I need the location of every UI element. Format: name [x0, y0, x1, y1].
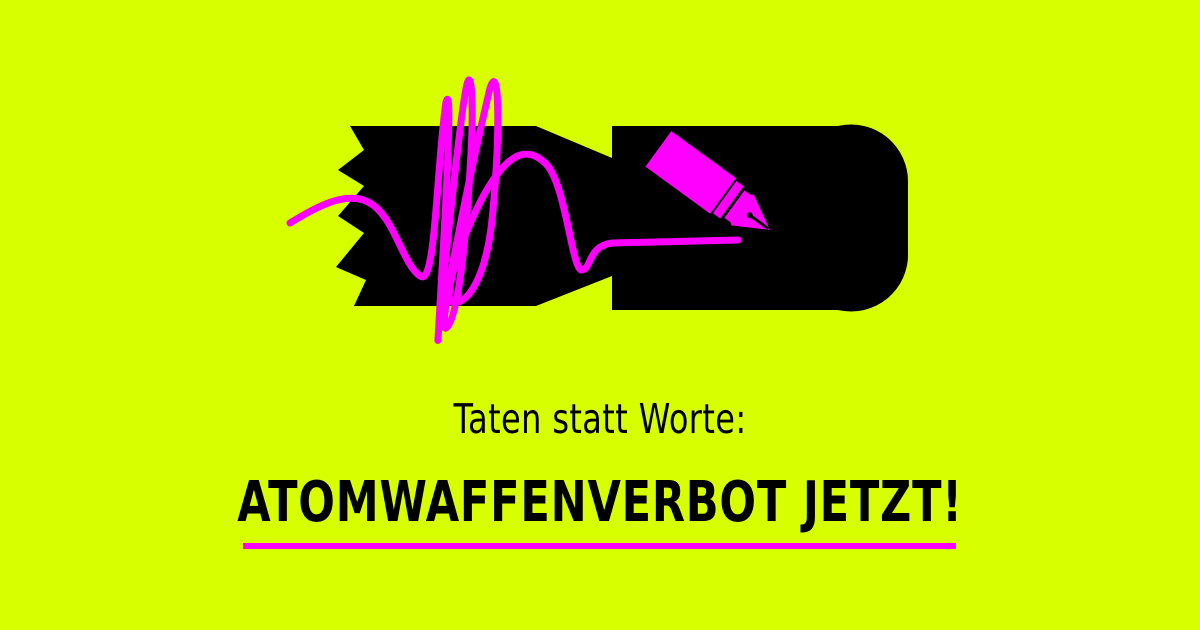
poster-canvas: Taten statt Worte: ATOMWAFFENVERBOT JETZ…	[0, 0, 1200, 630]
headline: ATOMWAFFENVERBOT JETZT!	[237, 470, 963, 535]
bomb-icon	[336, 124, 909, 312]
bomb-illustration	[286, 76, 909, 344]
subtitle: Taten statt Worte:	[453, 395, 747, 443]
headline-underline	[243, 543, 956, 549]
